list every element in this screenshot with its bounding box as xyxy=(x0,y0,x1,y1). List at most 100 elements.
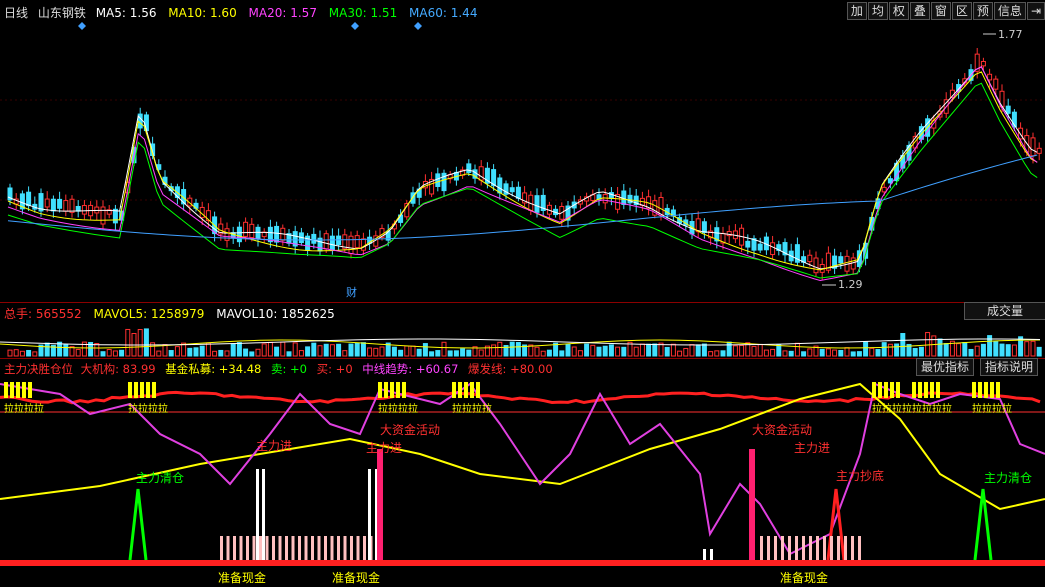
volume-chart[interactable] xyxy=(0,320,1045,358)
volume-bar xyxy=(931,335,937,357)
volume-bar xyxy=(590,344,596,357)
pull-bar xyxy=(140,382,144,398)
volume-bar xyxy=(900,333,906,357)
volume-bar xyxy=(701,343,707,357)
volume-bar xyxy=(168,350,174,357)
ma5-label: MA5: 1.56 xyxy=(95,6,157,20)
candle-body xyxy=(987,73,993,81)
volume-bar xyxy=(794,342,800,357)
volume-bar xyxy=(249,351,255,357)
volume-bar xyxy=(478,349,484,357)
annotation-label: 准备现金 xyxy=(218,570,266,585)
volume-bar xyxy=(286,351,292,357)
volume-button[interactable]: 成交量 xyxy=(964,302,1045,320)
volume-bar xyxy=(881,342,887,357)
pull-label: 拉拉拉拉 xyxy=(128,402,168,415)
volume-bar xyxy=(156,350,162,357)
volume-bar xyxy=(894,343,900,357)
pull-bar xyxy=(930,382,934,398)
price-chart[interactable]: 1.77 1.29 财 xyxy=(0,20,1045,300)
pull-bar xyxy=(10,382,14,398)
toolbar-info-button[interactable]: 信息 xyxy=(993,2,1026,20)
volume-bar xyxy=(342,350,348,357)
toolbar-range-button[interactable]: 区 xyxy=(951,2,972,20)
volume-bar xyxy=(602,345,608,357)
cash-bar xyxy=(304,536,308,560)
volume-bar xyxy=(534,346,540,357)
volume-bar xyxy=(230,343,236,357)
pull-bar xyxy=(28,382,32,398)
low-price-label: 1.29 xyxy=(838,278,863,291)
volume-bar xyxy=(850,351,856,357)
volume-bar xyxy=(311,342,317,357)
volume-bar xyxy=(584,343,590,357)
toolbar-rights-button[interactable]: 权 xyxy=(888,2,909,20)
cash-bar xyxy=(272,536,275,560)
signal-bar xyxy=(710,549,713,560)
candle-body xyxy=(757,243,763,251)
header-bar: 日线 山东钢铁 MA5: 1.56 MA10: 1.60 MA20: 1.57 … xyxy=(4,4,477,21)
candle-body xyxy=(807,254,813,263)
candle-body xyxy=(63,200,69,212)
candle-body xyxy=(255,226,261,240)
cash-bar xyxy=(858,536,861,560)
cash-bar xyxy=(767,536,770,560)
toolbar-window-button[interactable]: 窗 xyxy=(930,2,951,20)
candle-body xyxy=(497,177,503,194)
volume-bar xyxy=(398,349,404,357)
pull-bar xyxy=(390,382,394,398)
candle-body xyxy=(838,256,844,264)
volume-bar xyxy=(720,350,726,357)
volume-bar xyxy=(515,342,521,357)
pull-bar xyxy=(476,382,480,398)
pull-bar xyxy=(470,382,474,398)
cash-bar xyxy=(788,536,791,560)
pull-bar xyxy=(378,382,382,398)
annotation-label: 主力进 xyxy=(366,441,402,455)
toolbar-collapse-icon[interactable]: ⇥ xyxy=(1026,2,1045,20)
pull-bar xyxy=(984,382,988,398)
cash-bar xyxy=(246,536,249,560)
candle-body xyxy=(44,198,50,208)
ma10-line xyxy=(7,71,1038,271)
indicator-chart[interactable]: 拉拉拉拉 拉拉拉拉 拉拉拉拉 拉拉拉拉 拉拉拉拉 拉拉拉拉 拉拉拉拉主力清仓主力进大资金活动… xyxy=(0,374,1045,587)
volume-bar xyxy=(726,341,732,357)
volume-bar xyxy=(435,350,441,357)
volume-bar xyxy=(751,345,757,357)
toolbar-forecast-button[interactable]: 预 xyxy=(972,2,993,20)
toolbar-overlay-button[interactable]: 叠 xyxy=(909,2,930,20)
volume-bar xyxy=(224,350,230,357)
signal-bar xyxy=(368,469,371,560)
volume-bar xyxy=(255,348,261,357)
cash-bar xyxy=(774,536,777,560)
volume-bar xyxy=(974,345,980,357)
clear-spike xyxy=(128,488,148,561)
pull-label: 拉拉拉拉 xyxy=(872,402,912,415)
volume-bar xyxy=(137,329,143,357)
period-label[interactable]: 日线 xyxy=(4,6,28,20)
pull-bar xyxy=(936,382,940,398)
pull-bar xyxy=(878,382,882,398)
toolbar-average-button[interactable]: 均 xyxy=(867,2,888,20)
pull-bar xyxy=(978,382,982,398)
volume-bar xyxy=(757,344,763,357)
volume-bar xyxy=(856,351,862,357)
signal-bar xyxy=(262,469,265,560)
event-diamond-icon xyxy=(414,22,422,30)
volume-bar xyxy=(367,347,373,357)
annotation-label: 大资金活动 xyxy=(752,422,812,437)
toolbar-add-button[interactable]: 加 xyxy=(846,2,867,20)
pull-bar xyxy=(912,382,916,398)
ma5-line xyxy=(7,66,1038,270)
cash-bar xyxy=(356,536,360,560)
ma20-label: MA20: 1.57 xyxy=(248,6,317,20)
volume-bar xyxy=(869,347,875,357)
volume-bar xyxy=(714,350,720,357)
volume-bar xyxy=(274,346,280,357)
pull-bar xyxy=(146,382,150,398)
total-volume-value: 565552 xyxy=(35,307,82,321)
cash-bar xyxy=(795,536,798,560)
volume-bar xyxy=(875,349,881,357)
pull-label: 拉拉拉拉 xyxy=(972,402,1012,415)
candle-body xyxy=(478,166,484,181)
